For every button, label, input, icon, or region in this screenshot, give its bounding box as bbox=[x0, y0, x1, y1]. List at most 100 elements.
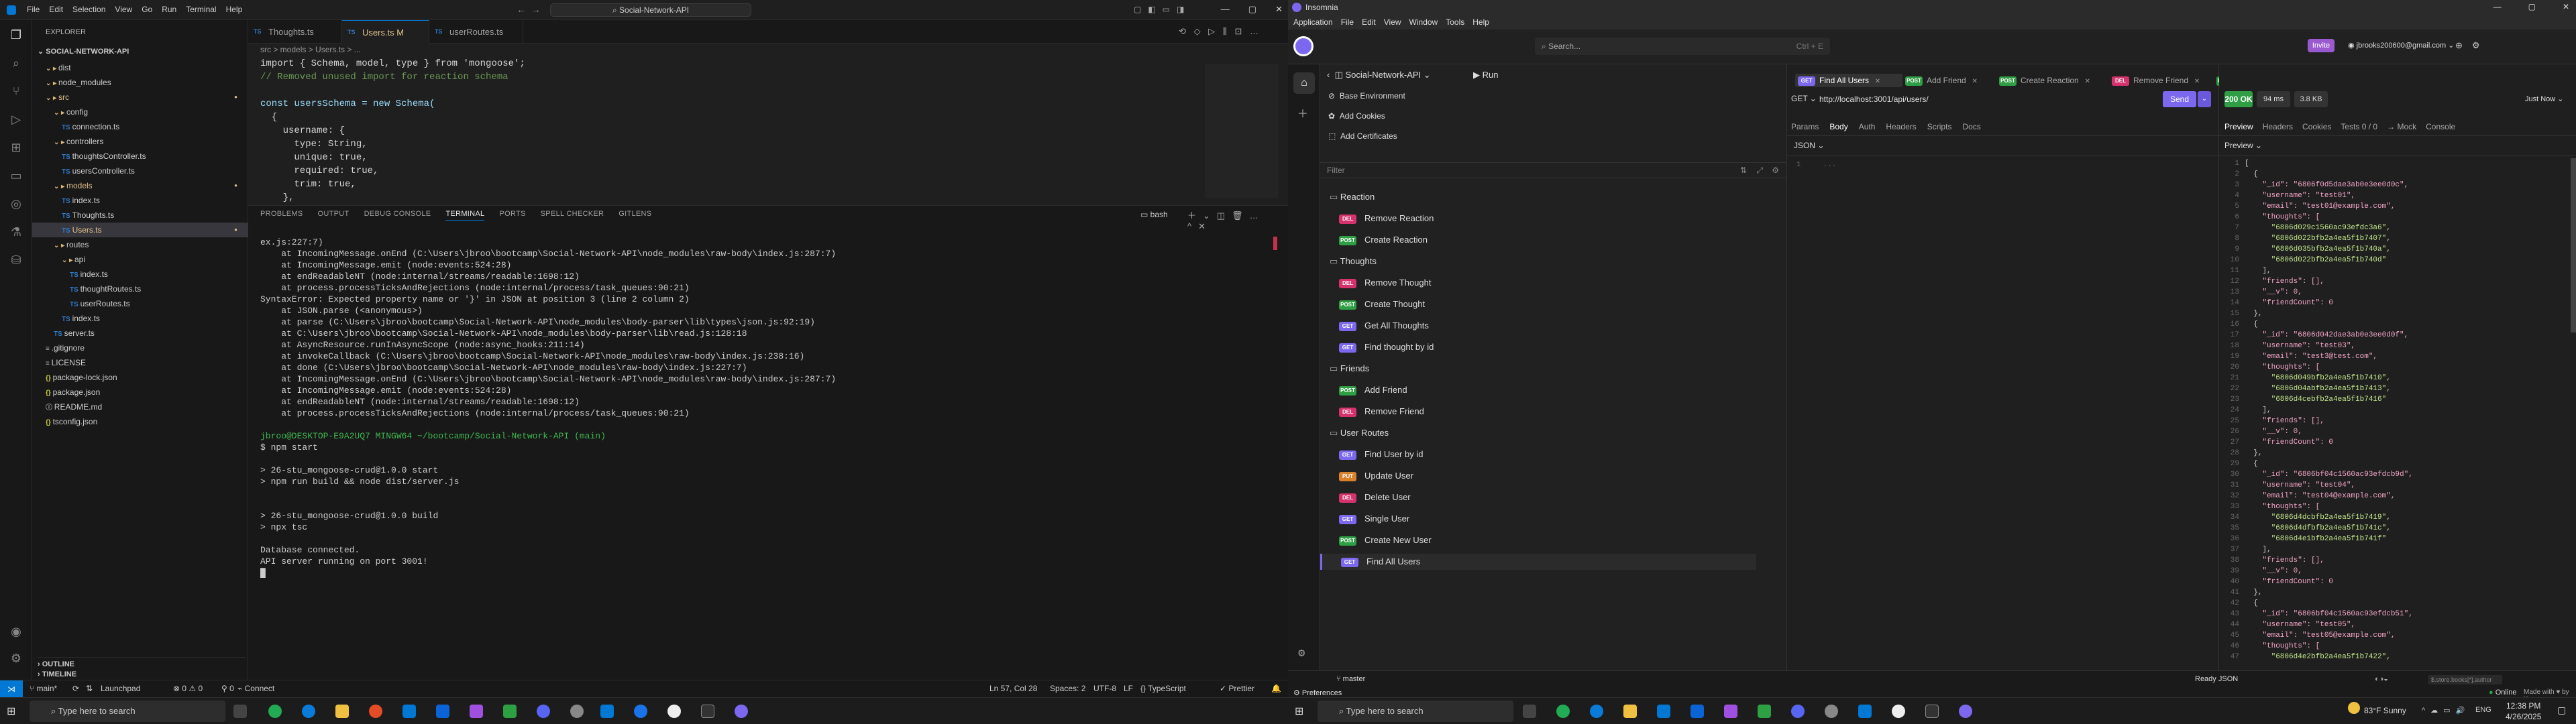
remote-indicator-icon[interactable]: ⋊ bbox=[0, 680, 23, 697]
close-icon[interactable]: ✕ bbox=[1275, 4, 1283, 15]
send-options-icon[interactable]: ⌄ bbox=[2198, 91, 2211, 107]
github-icon[interactable] bbox=[667, 705, 681, 718]
menu-go[interactable]: Go bbox=[142, 5, 152, 14]
code-editor[interactable]: src > models > Users.ts > ... import { S… bbox=[248, 44, 1288, 217]
code-line[interactable]: required: true, bbox=[260, 164, 1186, 178]
firefox-icon[interactable] bbox=[369, 705, 382, 718]
maximize-icon[interactable]: ▢ bbox=[2528, 2, 2536, 11]
global-search[interactable]: ⌕ Search... Ctrl + E bbox=[1535, 38, 1830, 55]
history-dropdown[interactable]: Just Now ⌄ bbox=[2525, 95, 2564, 103]
encoding-status[interactable]: UTF-8 bbox=[1093, 684, 1116, 693]
tree-folder[interactable]: ⌄ ▸ src ● bbox=[32, 90, 248, 105]
menu-run[interactable]: Run bbox=[162, 5, 176, 14]
edge-icon[interactable] bbox=[1590, 705, 1603, 718]
app-icon-1[interactable] bbox=[1724, 705, 1737, 718]
tree-folder[interactable]: ⌄ ▸ api bbox=[32, 252, 248, 267]
tree-folder[interactable]: ⌄ ▸ config bbox=[32, 105, 248, 119]
menu-help[interactable]: Help bbox=[226, 5, 243, 14]
explorer-icon[interactable]: ❐ bbox=[8, 27, 24, 43]
theme-icons[interactable]: ◐◑◒ bbox=[2375, 675, 2388, 683]
menu-file[interactable]: File bbox=[27, 5, 40, 14]
request-tab[interactable]: POST Add Friend ✕ bbox=[1902, 74, 1996, 87]
tree-file[interactable]: TS server.ts bbox=[32, 326, 248, 341]
prettier-status[interactable]: ✓ Prettier bbox=[1220, 684, 1254, 693]
terminal-taskbar-icon[interactable] bbox=[1925, 705, 1939, 718]
chrome-icon[interactable] bbox=[1556, 705, 1570, 718]
tree-file[interactable]: TS index.ts bbox=[32, 311, 248, 326]
tree-file[interactable]: TS Users.ts ● bbox=[32, 223, 248, 237]
code-line[interactable]: }, bbox=[260, 191, 1186, 204]
store-icon[interactable] bbox=[402, 705, 416, 718]
response-subtab[interactable]: Cookies bbox=[2302, 122, 2331, 131]
code-line[interactable] bbox=[260, 84, 1186, 97]
weather-label[interactable]: 83°F Sunny bbox=[2364, 706, 2406, 715]
request-subtab-scripts[interactable]: Scripts bbox=[1927, 122, 1952, 131]
terminal-selector[interactable]: ▭ bash bbox=[1140, 210, 1168, 219]
clock[interactable]: 12:38 PM 4/26/2025 bbox=[2506, 701, 2541, 722]
code-line[interactable]: unique: true, bbox=[260, 151, 1186, 164]
app-icon-1[interactable] bbox=[470, 705, 483, 718]
explorer-root[interactable]: ⌄ SOCIAL-NETWORK-API bbox=[38, 47, 129, 56]
editor-tab[interactable]: TS userRoutes.ts bbox=[429, 20, 523, 44]
close-tab-icon[interactable]: ✕ bbox=[1873, 78, 1880, 85]
code-line[interactable]: username: { bbox=[260, 124, 1186, 137]
body-type-select[interactable]: JSON ⌄ bbox=[1794, 141, 1824, 150]
sort-icon[interactable]: ⇅ bbox=[1740, 166, 1747, 175]
add-workspace-icon[interactable]: ＋ bbox=[1297, 105, 1308, 121]
close-tab-icon[interactable]: ✕ bbox=[1970, 78, 1977, 85]
request-subtab-auth[interactable]: Auth bbox=[1859, 122, 1876, 131]
tree-file[interactable]: TS index.ts bbox=[32, 193, 248, 208]
collection-request[interactable]: POST Create New User bbox=[1339, 532, 1432, 548]
discord-icon[interactable] bbox=[1791, 705, 1805, 718]
panel-tab-output[interactable]: OUTPUT bbox=[318, 210, 350, 221]
url-input[interactable]: http://localhost:3001/api/users/ bbox=[1819, 91, 2155, 107]
collection-folder[interactable]: ▭ Friends bbox=[1330, 361, 1369, 377]
menu-application[interactable]: Application bbox=[1293, 15, 1333, 29]
git-branch[interactable]: ⑂ master bbox=[1336, 675, 1365, 683]
send-button[interactable]: Send bbox=[2163, 91, 2196, 107]
file-explorer-icon[interactable] bbox=[1623, 705, 1637, 718]
panel-tab-terminal[interactable]: TERMINAL bbox=[445, 210, 485, 221]
cursor-position[interactable]: Ln 57, Col 28 bbox=[989, 684, 1037, 693]
code-line[interactable]: { bbox=[260, 111, 1186, 124]
account-icon[interactable]: ◉ bbox=[8, 623, 24, 640]
ports-status[interactable]: ⚲ 0 bbox=[221, 684, 234, 693]
collection-request[interactable]: GET Single User bbox=[1339, 511, 1409, 527]
method-select[interactable]: GET ⌄ bbox=[1791, 94, 1817, 103]
request-subtab-params[interactable]: Params bbox=[1791, 122, 1819, 131]
invite-button[interactable]: Invite bbox=[2308, 39, 2334, 52]
request-tab[interactable]: POST Create Reaction ✕ bbox=[1996, 74, 2109, 87]
timeline-section[interactable]: › TIMELINE bbox=[38, 670, 76, 678]
panel-tab-spell-checker[interactable]: SPELL CHECKER bbox=[541, 210, 604, 221]
code-line[interactable]: import { Schema, model, type } from 'mon… bbox=[260, 57, 1186, 70]
search-icon[interactable]: ⌕ bbox=[8, 55, 24, 71]
taskbar-search[interactable]: ⌕ Type here to search bbox=[30, 701, 225, 722]
collection-request[interactable]: GET Get All Thoughts bbox=[1339, 318, 1429, 334]
insomnia-home-logo-icon[interactable] bbox=[1293, 36, 1313, 56]
panel-tab-gitlens[interactable]: GITLENS bbox=[619, 210, 651, 221]
menu-view[interactable]: View bbox=[115, 5, 132, 14]
menu-help[interactable]: Help bbox=[1472, 15, 1489, 29]
collection-request[interactable]: DEL Delete User bbox=[1339, 489, 1411, 505]
expand-icon[interactable]: ⤢ bbox=[1756, 166, 1763, 176]
mail-icon[interactable] bbox=[1690, 705, 1704, 718]
maximize-icon[interactable]: ▢ bbox=[1248, 4, 1256, 15]
request-subtab-docs[interactable]: Docs bbox=[1962, 122, 1980, 131]
base-environment[interactable]: ⊘ Base Environment bbox=[1328, 91, 1405, 101]
request-subtab-body[interactable]: Body bbox=[1829, 122, 1847, 131]
menu-view[interactable]: View bbox=[1384, 15, 1401, 29]
indentation-status[interactable]: Spaces: 2 bbox=[1050, 684, 1085, 693]
system-tray-icons[interactable]: ^☁▭🔊 bbox=[2422, 706, 2470, 715]
minimize-icon[interactable]: — bbox=[1221, 4, 1230, 15]
tree-file[interactable]: TS index.ts bbox=[32, 267, 248, 282]
tree-file[interactable]: ≡ LICENSE bbox=[32, 355, 248, 370]
settings-gear-icon[interactable]: ⚙ bbox=[1297, 648, 1306, 659]
collection-request[interactable]: PUT Update User bbox=[1339, 468, 1413, 484]
database-icon[interactable]: ⛁ bbox=[8, 252, 24, 268]
problems-status[interactable]: ⊗ 0 ⚠ 0 bbox=[173, 684, 203, 693]
menu-tools[interactable]: Tools bbox=[1446, 15, 1464, 29]
insomnia-taskbar-icon[interactable] bbox=[735, 705, 748, 718]
filter-input[interactable]: Filter ⇅ ⤢ ⚙ bbox=[1320, 162, 1787, 178]
tree-file[interactable]: TS userRoutes.ts bbox=[32, 296, 248, 311]
collection-request[interactable]: POST Add Friend bbox=[1339, 382, 1407, 398]
